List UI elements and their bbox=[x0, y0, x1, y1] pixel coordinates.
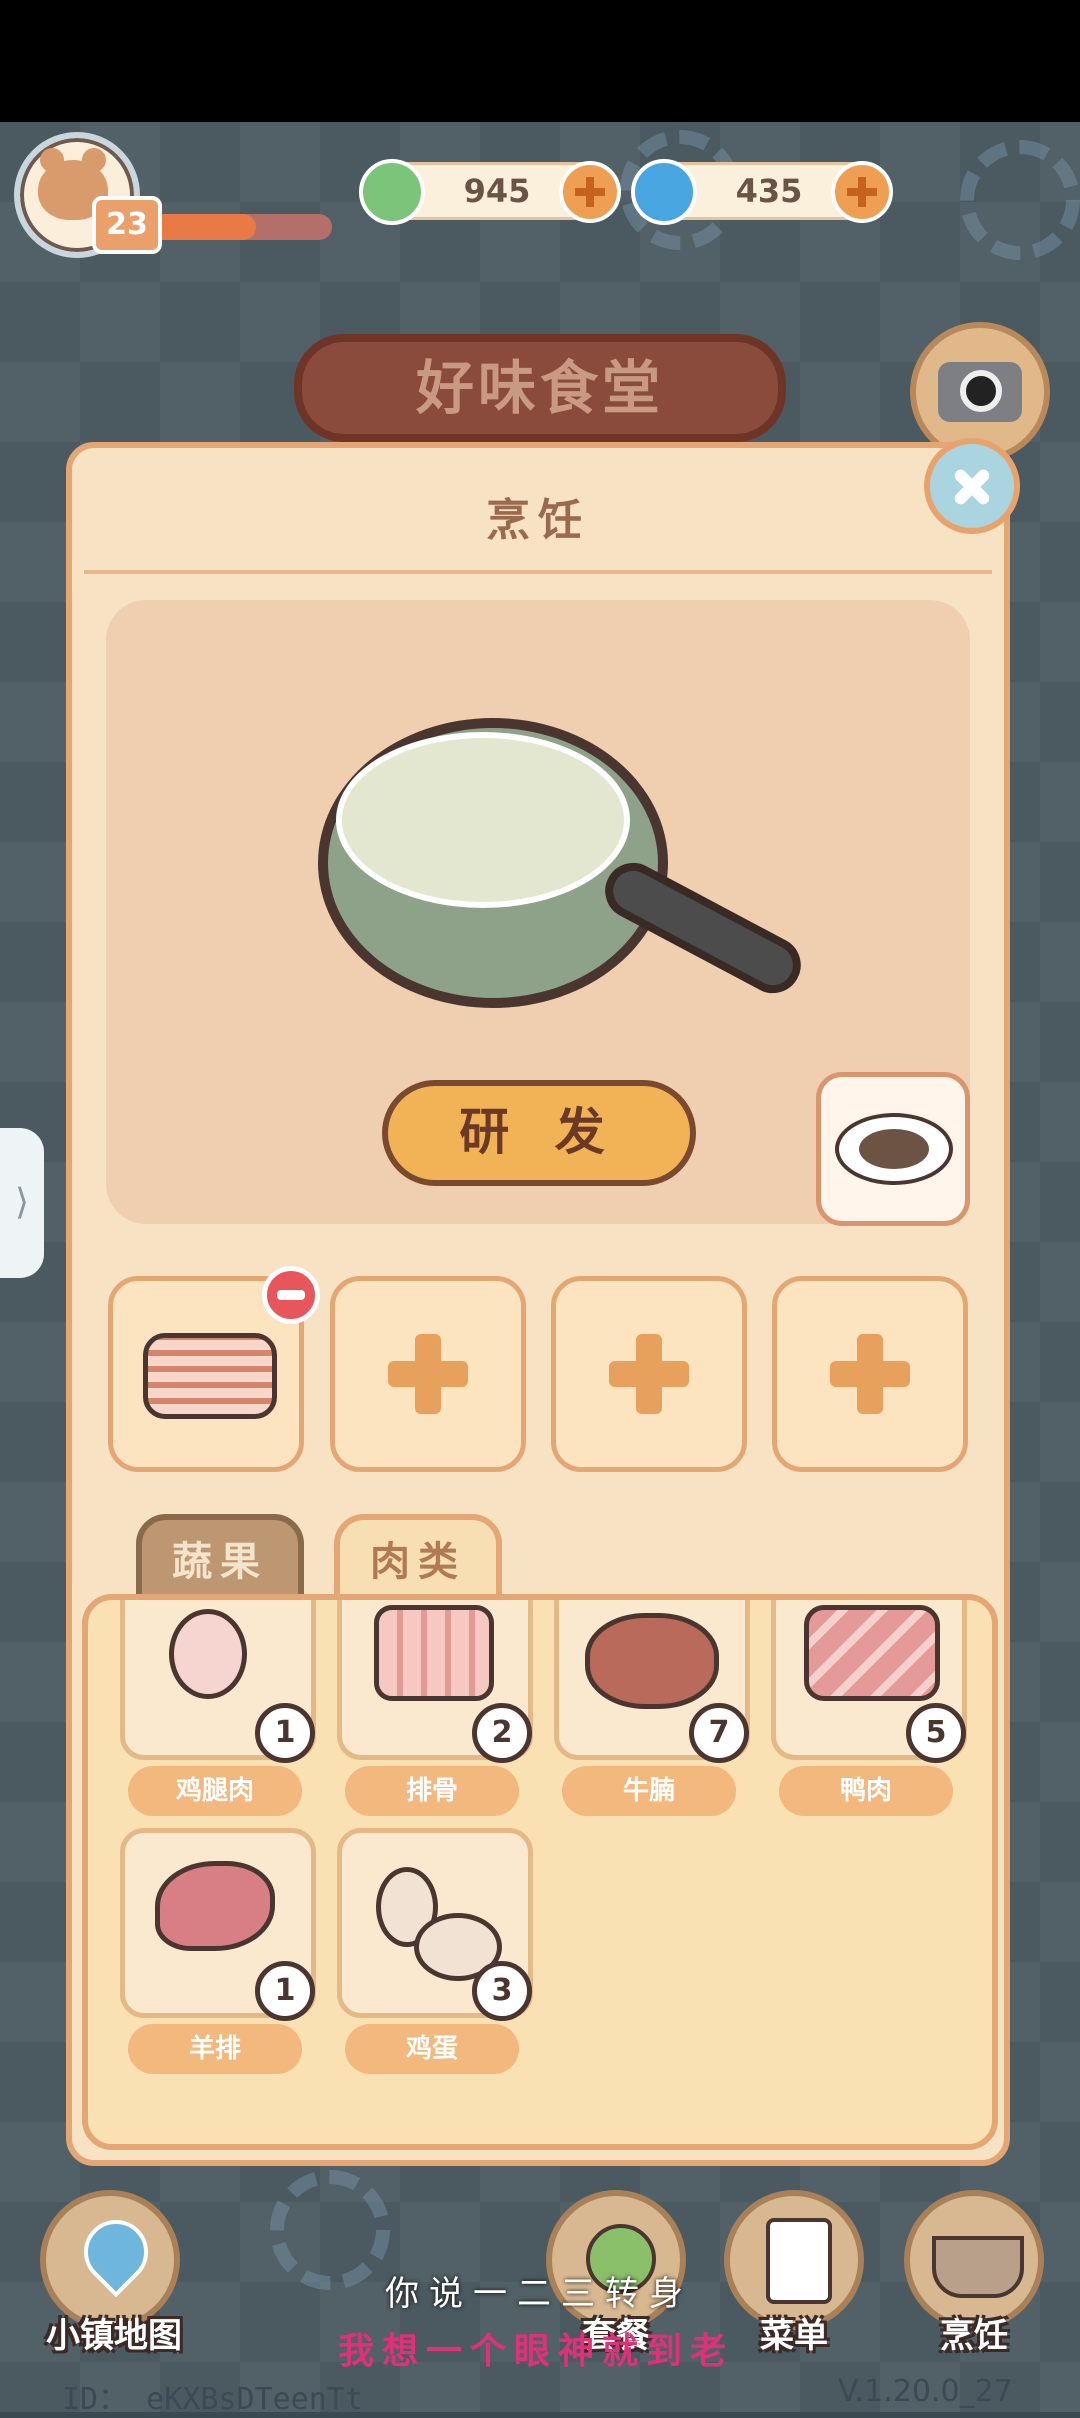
inventory-item-duck[interactable]: 5 bbox=[771, 1600, 967, 1763]
inventory-item-eggs[interactable]: 3 bbox=[337, 1828, 533, 2021]
restaurant-name: 好味食堂 bbox=[415, 354, 664, 422]
pork-belly-icon bbox=[143, 1333, 277, 1419]
inventory-item-chicken-leg[interactable]: 1 bbox=[120, 1600, 316, 1763]
nav-label-cooking: 烹饪 bbox=[940, 2316, 1008, 2356]
level-badge: 23 bbox=[92, 196, 162, 254]
item-count: 1 bbox=[255, 1703, 315, 1763]
inventory-item-lamb-chop[interactable]: 1 bbox=[120, 1828, 316, 2021]
gear-decoration bbox=[960, 140, 1080, 260]
remove-ingredient-button[interactable] bbox=[262, 1266, 320, 1324]
swirl-count: 435 bbox=[735, 172, 803, 210]
user-id: ID： eKXBsDTeenTt bbox=[62, 2382, 363, 2417]
subtitle-line-2: 我想一个眼神就到老 bbox=[338, 2330, 735, 2372]
item-count: 7 bbox=[689, 1703, 749, 1763]
item-count: 5 bbox=[906, 1703, 966, 1763]
clipboard-icon bbox=[766, 2218, 832, 2304]
inventory-item-steak[interactable]: 7 bbox=[554, 1600, 750, 1763]
swirl-gem-icon bbox=[631, 159, 697, 225]
inventory-item-ribs[interactable]: 2 bbox=[337, 1600, 533, 1763]
dish-food bbox=[859, 1129, 929, 1169]
subtitle-line-1: 你说一二三转身 bbox=[385, 2274, 693, 2314]
item-label: 鸡蛋 bbox=[345, 2024, 519, 2074]
frying-pan-icon bbox=[318, 718, 668, 1008]
duck-meat-icon bbox=[804, 1605, 940, 1701]
item-count: 2 bbox=[472, 1703, 532, 1763]
side-drawer-handle[interactable]: ⟩ bbox=[0, 1128, 44, 1278]
clover-count: 945 bbox=[463, 172, 531, 210]
clover-coin-icon bbox=[359, 159, 425, 225]
lamb-chop-icon bbox=[155, 1861, 275, 1951]
inventory-shelf: 1 鸡腿肉 2 排骨 7 牛腩 5 鸭肉 1 羊排 3 鸡蛋 bbox=[82, 1594, 998, 2150]
item-label: 牛腩 bbox=[562, 1766, 736, 1816]
ingredient-slot-2[interactable] bbox=[330, 1276, 526, 1472]
item-label: 鸡腿肉 bbox=[128, 1766, 302, 1816]
cooking-pot-icon bbox=[932, 2236, 1024, 2298]
swirl-resource: 435 bbox=[631, 159, 893, 225]
item-label: 鸭肉 bbox=[779, 1766, 953, 1816]
ingredient-slot-4[interactable] bbox=[772, 1276, 968, 1472]
restaurant-sign: 好味食堂 bbox=[294, 334, 786, 442]
panel-title: 烹饪 bbox=[486, 495, 590, 546]
dish-icon bbox=[835, 1113, 953, 1185]
ribs-icon bbox=[374, 1605, 494, 1701]
version-label: V.1.20.0_27 bbox=[838, 2374, 1013, 2409]
xp-progress-bar bbox=[142, 214, 332, 240]
title-divider bbox=[84, 570, 992, 574]
gear-decoration bbox=[270, 2170, 390, 2290]
pan-surface bbox=[336, 732, 630, 908]
camera-lens-icon bbox=[960, 370, 1002, 412]
item-count: 1 bbox=[255, 1961, 315, 2021]
develop-button[interactable]: 研 发 bbox=[382, 1080, 696, 1186]
chicken-leg-icon bbox=[169, 1609, 247, 1699]
item-label: 羊排 bbox=[128, 2024, 302, 2074]
add-swirl-button[interactable] bbox=[831, 161, 893, 223]
steak-icon bbox=[585, 1613, 719, 1709]
item-label: 排骨 bbox=[345, 1766, 519, 1816]
close-button[interactable] bbox=[924, 438, 1020, 534]
status-bar bbox=[0, 0, 1080, 122]
result-dish-slot[interactable] bbox=[816, 1072, 970, 1226]
map-pin-icon bbox=[70, 2206, 162, 2298]
item-count: 3 bbox=[472, 1961, 532, 2021]
add-clover-button[interactable] bbox=[559, 161, 621, 223]
nav-label-town-map: 小镇地图 bbox=[46, 2316, 182, 2356]
clover-resource: 945 bbox=[359, 159, 621, 225]
ingredient-slot-3[interactable] bbox=[551, 1276, 747, 1472]
